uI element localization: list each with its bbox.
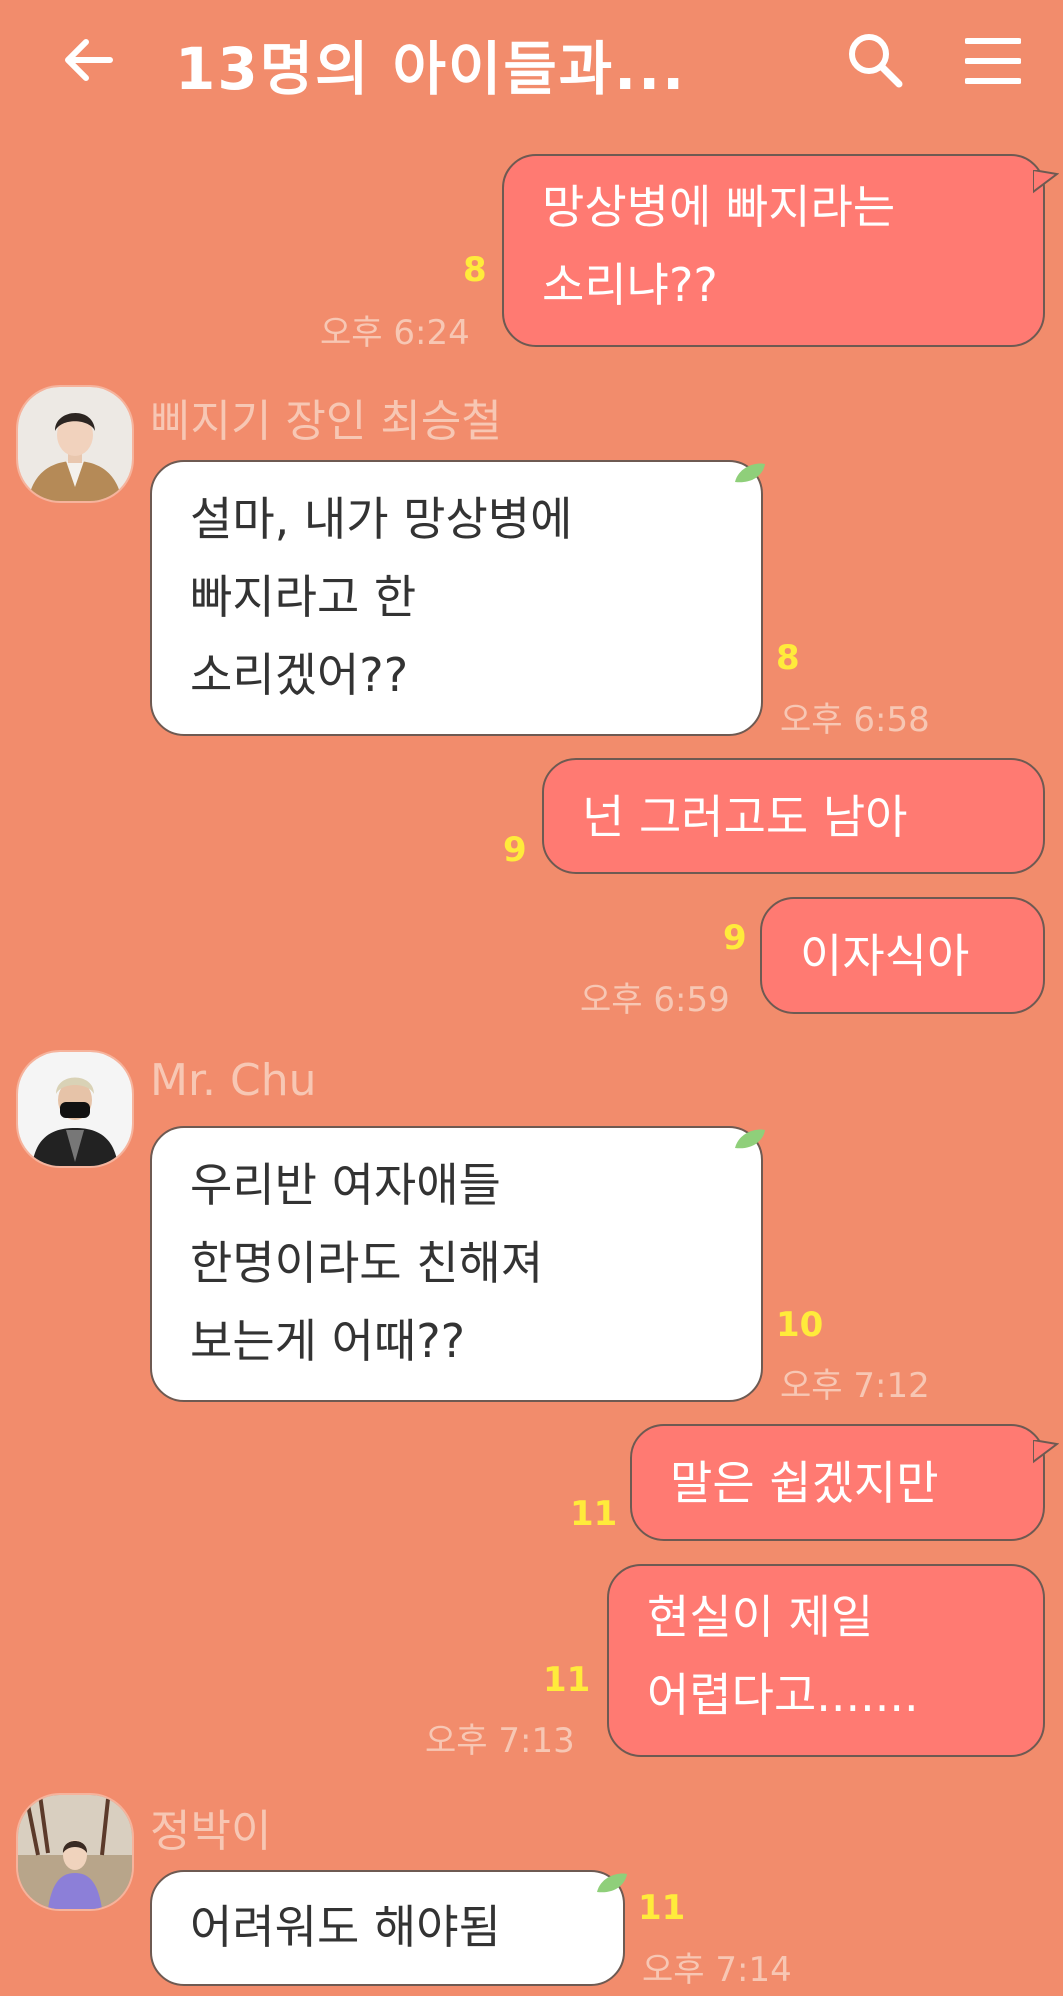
read-count: 11 (543, 1660, 591, 1700)
incoming-message-bubble[interactable]: 설마, 내가 망상병에 빠지라고 한 소리겠어?? (150, 460, 763, 736)
avatar[interactable] (16, 1050, 134, 1168)
back-arrow-icon[interactable] (60, 30, 120, 90)
read-count: 11 (570, 1494, 618, 1534)
leaf-icon (597, 1873, 627, 1893)
message-time: 오후 7:12 (780, 1366, 930, 1406)
message-time: 오후 7:13 (425, 1721, 575, 1761)
avatar[interactable] (16, 1793, 134, 1911)
sender-name: Mr. Chu (150, 1055, 317, 1106)
message-time: 오후 6:24 (320, 313, 470, 353)
outgoing-message-bubble[interactable]: 망상병에 빠지라는 소리냐?? (502, 154, 1045, 347)
chat-title: 13명의 아이들과... (175, 35, 687, 103)
outgoing-message-bubble[interactable]: 이자식아 (760, 897, 1045, 1014)
incoming-message-bubble[interactable]: 우리반 여자애들 한명이라도 친해져 보는게 어때?? (150, 1126, 763, 1402)
message-time: 오후 6:59 (580, 980, 730, 1020)
message-time: 오후 6:58 (780, 700, 930, 740)
avatar[interactable] (16, 385, 134, 503)
read-count: 8 (463, 250, 487, 290)
outgoing-message-bubble[interactable]: 말은 쉽겠지만 (630, 1424, 1045, 1541)
leaf-icon (735, 463, 765, 483)
incoming-message-bubble[interactable]: 어려워도 해야됨 (150, 1870, 625, 1986)
read-count: 10 (776, 1305, 824, 1345)
outgoing-message-bubble[interactable]: 현실이 제일 어렵다고....... (607, 1564, 1045, 1757)
message-time: 오후 7:14 (642, 1950, 792, 1990)
outgoing-message-bubble[interactable]: 넌 그러고도 남아 (542, 758, 1045, 874)
bubble-tail (1033, 170, 1059, 194)
read-count: 9 (503, 830, 527, 870)
leaf-icon (735, 1129, 765, 1149)
bubble-tail (1033, 1440, 1059, 1464)
read-count: 11 (638, 1888, 686, 1928)
sender-name: 삐지기 장인 최승철 (150, 396, 502, 447)
sender-name: 정박이 (150, 1806, 272, 1857)
read-count: 9 (723, 918, 747, 958)
search-icon[interactable] (845, 30, 905, 90)
chat-header: 13명의 아이들과... (0, 0, 1063, 125)
hamburger-menu-icon[interactable] (964, 36, 1022, 86)
read-count: 8 (776, 638, 800, 678)
